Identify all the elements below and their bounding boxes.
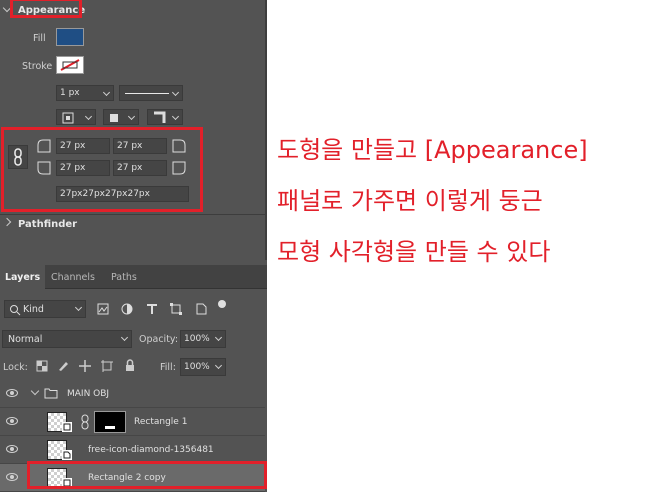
opacity-input[interactable]: 100%	[180, 330, 226, 348]
blend-mode-value: Normal	[8, 334, 43, 345]
lock-position-icon[interactable]	[79, 360, 91, 372]
lock-label: Lock:	[3, 362, 28, 373]
photoshop-panel: Appearance Fill Stroke 1 px 27 px 27 px …	[0, 0, 267, 492]
stroke-color-swatch[interactable]	[56, 56, 84, 74]
highlight-corner-radius	[1, 127, 203, 212]
smart-object-badge-icon	[62, 450, 72, 460]
filter-adjustment-layers-icon[interactable]	[121, 303, 133, 315]
folder-icon	[44, 388, 58, 399]
chevron-down-icon	[171, 112, 180, 121]
chevron-down-icon	[127, 112, 136, 121]
eye-icon[interactable]	[6, 417, 18, 425]
chevron-down-icon	[214, 333, 223, 342]
opacity-value: 100%	[184, 334, 210, 344]
stroke-label: Stroke	[22, 61, 53, 72]
tab-paths[interactable]: Paths	[106, 265, 142, 289]
layer-name: Rectangle 1	[134, 417, 188, 427]
filter-smart-objects-icon[interactable]	[195, 303, 207, 315]
filter-type-layers-icon[interactable]	[146, 303, 158, 315]
stroke-none-icon	[60, 59, 80, 71]
chevron-right-icon[interactable]	[2, 217, 12, 227]
stroke-width-dropdown[interactable]: 1 px	[56, 85, 114, 101]
panel-scrollbar[interactable]	[265, 0, 267, 260]
annotation-line-3: 모형 사각형을 만들 수 있다	[277, 238, 551, 266]
stroke-align-dropdown[interactable]	[56, 109, 96, 125]
mask-shape	[105, 426, 115, 429]
chevron-down-icon	[214, 361, 223, 370]
stroke-caps-dropdown[interactable]	[103, 109, 139, 125]
chevron-down-icon	[171, 88, 180, 97]
stroke-style-dropdown[interactable]	[119, 85, 183, 101]
layer-row-diamond-icon[interactable]: free-icon-diamond-1356481	[0, 436, 265, 464]
layers-panel-tabs: Layers Channels Paths	[0, 265, 267, 289]
fill-opacity-input[interactable]: 100%	[180, 358, 226, 376]
eye-icon[interactable]	[6, 445, 18, 453]
lock-all-icon[interactable]	[124, 359, 136, 372]
stroke-width-value: 1 px	[60, 88, 80, 98]
lock-transparent-pixels-icon[interactable]	[36, 360, 48, 372]
pathfinder-section-header[interactable]: Pathfinder	[0, 214, 265, 234]
fill-opacity-label: Fill:	[160, 362, 176, 373]
stroke-cap-icon	[110, 114, 118, 122]
chevron-down-icon	[120, 333, 129, 342]
fill-label: Fill	[33, 33, 46, 44]
blend-mode-dropdown[interactable]: Normal	[2, 330, 132, 348]
highlight-selected-layer	[27, 461, 267, 489]
fill-color-swatch[interactable]	[56, 28, 84, 46]
lock-artboard-icon[interactable]	[101, 360, 113, 372]
annotation-line-1: 도형을 만들고 [Appearance]	[277, 136, 588, 164]
tab-layers[interactable]: Layers	[0, 265, 46, 289]
eye-icon[interactable]	[6, 473, 18, 481]
highlight-appearance-title	[10, 0, 82, 18]
link-icon[interactable]	[80, 414, 90, 430]
pathfinder-title: Pathfinder	[18, 218, 78, 230]
search-icon	[10, 305, 21, 316]
shape-layer-badge-icon	[62, 422, 72, 432]
chevron-down-icon	[84, 112, 93, 121]
filter-pixel-layers-icon[interactable]	[97, 303, 109, 315]
layer-row-main-obj[interactable]: MAIN OBJ	[0, 380, 265, 408]
opacity-label: Opacity:	[139, 334, 179, 345]
stroke-align-icon	[62, 112, 74, 124]
filter-kind-value: Kind	[23, 304, 44, 315]
layer-row-rectangle-1[interactable]: Rectangle 1	[0, 408, 265, 436]
filter-shape-layers-icon[interactable]	[170, 303, 182, 315]
stroke-join-icon	[154, 111, 166, 123]
chevron-down-icon	[74, 303, 83, 312]
filter-toggle-switch[interactable]	[218, 300, 226, 308]
layer-filter-kind-dropdown[interactable]: Kind	[4, 300, 86, 318]
chevron-down-icon	[102, 88, 111, 97]
chevron-down-icon[interactable]	[30, 386, 40, 396]
fill-opacity-value: 100%	[184, 362, 210, 372]
lock-image-pixels-icon[interactable]	[57, 360, 69, 372]
solid-line-preview	[125, 93, 169, 94]
vector-mask-thumbnail	[94, 411, 126, 433]
tab-channels[interactable]: Channels	[46, 265, 100, 289]
layer-name: MAIN OBJ	[67, 389, 110, 399]
layer-name: free-icon-diamond-1356481	[88, 445, 214, 455]
annotation-line-2: 패널로 가주면 이렇게 둥근	[277, 187, 543, 215]
eye-icon[interactable]	[6, 389, 18, 397]
stroke-joins-dropdown[interactable]	[147, 109, 183, 125]
